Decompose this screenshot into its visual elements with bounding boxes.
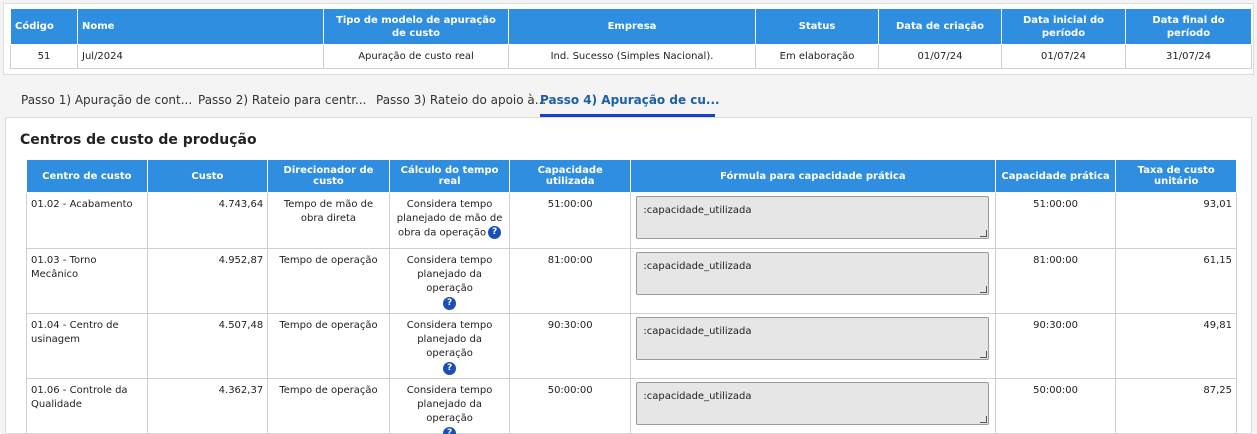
resize-grip-icon[interactable] [980,416,988,423]
formula-textarea[interactable]: :capacidade_utilizada [636,196,990,239]
col-header-data-inicial[interactable]: Data inicial do período [1001,8,1126,45]
col-header-data-final[interactable]: Data final do período [1125,8,1252,45]
cell-tipo: Apuração de custo real [323,44,509,69]
col-header-cap-utilizada[interactable]: Capacidade utilizada [509,159,631,193]
table-row[interactable]: 01.06 - Controle da Qualidade 4.362,37 T… [26,378,1237,434]
tab-passo-1[interactable]: Passo 1) Apuração de cont... [21,84,192,117]
cell-calculo: Considera tempo planejado de mão de obra… [388,192,511,249]
col-header-custo[interactable]: Custo [146,159,269,193]
cell-centro: 01.02 - Acabamento [26,192,148,249]
cell-taxa: 61,15 [1115,248,1237,314]
cell-calculo: Considera tempo planejado da operação? [388,378,511,434]
cell-formula: :capacidade_utilizada [629,192,996,249]
col-header-taxa[interactable]: Taxa de custo unitário [1115,159,1237,193]
resize-grip-icon[interactable] [980,286,988,293]
cell-centro: 01.03 - Torno Mecânico [26,248,148,314]
help-icon[interactable]: ? [443,427,457,434]
summary-row[interactable]: 51 Jul/2024 Apuração de custo real Ind. … [10,44,1252,69]
help-icon[interactable]: ? [488,226,502,239]
cell-cap-utilizada: 90:30:00 [509,313,631,379]
cell-empresa: Ind. Sucesso (Simples Nacional). [508,44,756,69]
cell-custo: 4.362,37 [146,378,269,434]
cell-direcionador: Tempo de operação [267,313,390,379]
cell-custo: 4.743,64 [146,192,269,249]
cell-codigo: 51 [10,44,78,69]
col-header-nome[interactable]: Nome [77,8,324,45]
cell-centro: 01.06 - Controle da Qualidade [26,378,148,434]
cell-cap-pratica: 51:00:00 [994,192,1117,249]
help-icon[interactable]: ? [443,362,457,375]
main-panel: Centros de custo de produção Centro de c… [5,117,1252,434]
col-header-codigo[interactable]: Código [10,8,78,45]
col-header-data-criacao[interactable]: Data de criação [878,8,1002,45]
cell-custo: 4.952,87 [146,248,269,314]
cell-calculo: Considera tempo planejado da operação? [388,248,511,314]
col-header-formula[interactable]: Fórmula para capacidade prática [629,159,996,193]
col-header-status[interactable]: Status [755,8,879,45]
cell-data-final: 31/07/24 [1125,44,1252,69]
table-row[interactable]: 01.02 - Acabamento 4.743,64 Tempo de mão… [26,192,1237,249]
summary-header-row: Código Nome Tipo de modelo de apuração d… [10,8,1252,45]
cell-direcionador: Tempo de operação [267,378,390,434]
formula-text: :capacidade_utilizada [643,205,752,216]
cell-formula: :capacidade_utilizada [629,378,996,434]
col-header-tipo[interactable]: Tipo de modelo de apuração de custo [323,8,509,45]
cell-cap-utilizada: 81:00:00 [509,248,631,314]
cost-header-row: Centro de custo Custo Direcionador de cu… [26,159,1237,193]
section-title: Centros de custo de produção [20,132,257,148]
cell-data-inicial: 01/07/24 [1001,44,1126,69]
cell-nome: Jul/2024 [77,44,324,69]
formula-textarea[interactable]: :capacidade_utilizada [636,382,990,425]
cell-custo: 4.507,48 [146,313,269,379]
tab-passo-3[interactable]: Passo 3) Rateio do apoio à... [376,84,546,117]
cell-taxa: 93,01 [1115,192,1237,249]
formula-text: :capacidade_utilizada [643,391,752,402]
cell-data-criacao: 01/07/24 [878,44,1002,69]
cell-cap-pratica: 90:30:00 [994,313,1117,379]
cost-center-table: Centro de custo Custo Direcionador de cu… [26,159,1237,434]
tab-passo-4[interactable]: Passo 4) Apuração de cu... [540,84,720,117]
cell-direcionador: Tempo de mão de obra direta [267,192,390,249]
table-row[interactable]: 01.03 - Torno Mecânico 4.952,87 Tempo de… [26,248,1237,314]
tab-passo-2[interactable]: Passo 2) Rateio para centr... [198,84,367,117]
help-icon[interactable]: ? [443,297,457,310]
cell-cap-pratica: 81:00:00 [994,248,1117,314]
cell-cap-utilizada: 50:00:00 [509,378,631,434]
summary-table: Código Nome Tipo de modelo de apuração d… [10,8,1252,69]
cell-formula: :capacidade_utilizada [629,313,996,379]
cell-cap-utilizada: 51:00:00 [509,192,631,249]
cell-direcionador: Tempo de operação [267,248,390,314]
cell-status: Em elaboração [755,44,879,69]
resize-grip-icon[interactable] [980,230,988,237]
col-header-cap-pratica[interactable]: Capacidade prática [994,159,1117,193]
formula-textarea[interactable]: :capacidade_utilizada [636,317,990,360]
cell-centro: 01.04 - Centro de usinagem [26,313,148,379]
calculo-text: Considera tempo planejado da operação [406,385,493,424]
cell-taxa: 87,25 [1115,378,1237,434]
formula-text: :capacidade_utilizada [643,261,752,272]
summary-panel: Código Nome Tipo de modelo de apuração d… [3,3,1254,75]
cell-taxa: 49,81 [1115,313,1237,379]
cell-calculo: Considera tempo planejado da operação? [388,313,511,379]
calculo-text: Considera tempo planejado da operação [406,320,493,359]
formula-text: :capacidade_utilizada [643,326,752,337]
col-header-calculo[interactable]: Cálculo do tempo real [388,159,511,193]
table-row[interactable]: 01.04 - Centro de usinagem 4.507,48 Temp… [26,313,1237,379]
cell-cap-pratica: 50:00:00 [994,378,1117,434]
formula-textarea[interactable]: :capacidade_utilizada [636,252,990,295]
col-header-empresa[interactable]: Empresa [508,8,756,45]
resize-grip-icon[interactable] [980,351,988,358]
calculo-text: Considera tempo planejado da operação [406,255,493,294]
col-header-centro[interactable]: Centro de custo [26,159,148,193]
col-header-direcionador[interactable]: Direcionador de custo [267,159,390,193]
cell-formula: :capacidade_utilizada [629,248,996,314]
calculo-text: Considera tempo planejado de mão de obra… [396,199,503,239]
